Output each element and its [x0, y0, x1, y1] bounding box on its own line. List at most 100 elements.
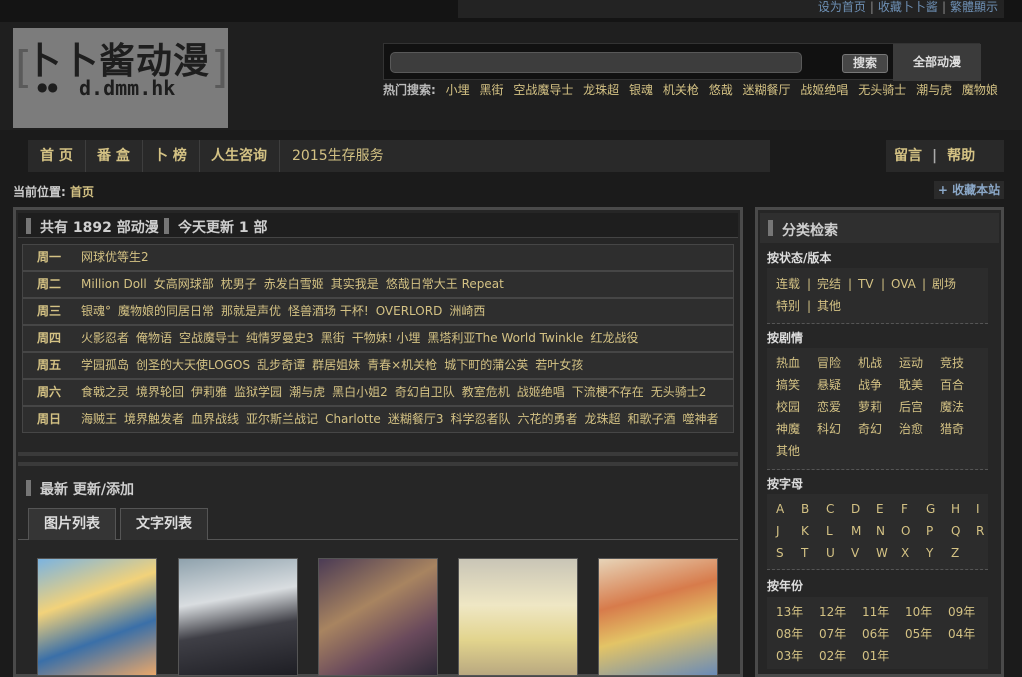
anime-link[interactable]: 境界触发者 [124, 407, 184, 432]
filter-link[interactable]: 01年 [862, 646, 889, 666]
tab-text-list[interactable]: 文字列表 [120, 508, 208, 540]
all-anime-button[interactable]: 全部动漫 [893, 44, 981, 81]
anime-link[interactable]: 洲崎西 [449, 299, 485, 324]
anime-link[interactable]: 科学忍者队 [450, 407, 510, 432]
anime-link[interactable]: OVERLORD [376, 299, 443, 324]
letter-link[interactable]: O [901, 521, 910, 541]
filter-link[interactable]: 剧场 [932, 274, 956, 294]
anime-link[interactable]: 黑街 [321, 326, 345, 351]
filter-link[interactable]: 06年 [862, 624, 889, 644]
anime-link[interactable]: 创圣的大天使LOGOS [136, 353, 250, 378]
letter-link[interactable]: M [851, 521, 861, 541]
letter-link[interactable]: J [776, 521, 780, 541]
anime-link[interactable]: 监狱学园 [234, 380, 282, 405]
anime-link[interactable]: 红龙战役 [590, 326, 638, 351]
help-link[interactable]: 帮助 [947, 140, 975, 172]
anime-link[interactable]: 无头骑士2 [651, 380, 707, 405]
traditional-chinese-link[interactable]: 繁體顯示 [950, 0, 998, 15]
anime-link[interactable]: 下流梗不存在 [572, 380, 644, 405]
filter-link[interactable]: 搞笑 [776, 375, 800, 395]
filter-link[interactable]: OVA [891, 274, 916, 294]
letter-link[interactable]: C [826, 499, 834, 519]
filter-link[interactable]: 冒险 [817, 353, 841, 373]
letter-link[interactable]: A [776, 499, 784, 519]
anime-link[interactable]: 怪兽酒场 干杯! [288, 299, 369, 324]
anime-link[interactable]: 青春×机关枪 [367, 353, 437, 378]
filter-link[interactable]: 热血 [776, 353, 800, 373]
anime-link[interactable]: 黑塔利亚The World Twinkle [427, 326, 583, 351]
anime-link[interactable]: 空战魔导士 [179, 326, 239, 351]
hot-keyword[interactable]: 黑街 [479, 82, 503, 98]
nav-box[interactable]: 番 盒 [85, 140, 143, 172]
letter-link[interactable]: D [851, 499, 860, 519]
letter-link[interactable]: R [976, 521, 984, 541]
letter-link[interactable]: B [801, 499, 809, 519]
filter-link[interactable]: 百合 [940, 375, 964, 395]
letter-link[interactable]: X [901, 543, 909, 563]
letter-link[interactable]: P [926, 521, 933, 541]
anime-thumbnail[interactable] [37, 558, 157, 676]
anime-link[interactable]: 境界轮回 [136, 380, 184, 405]
letter-link[interactable]: H [951, 499, 960, 519]
anime-thumbnail[interactable] [458, 558, 578, 676]
hot-keyword[interactable]: 魔物娘 [962, 82, 998, 98]
anime-link[interactable]: 学园孤岛 [81, 353, 129, 378]
filter-link[interactable]: 13年 [776, 602, 803, 622]
anime-thumbnail[interactable] [318, 558, 438, 676]
filter-link[interactable]: 09年 [948, 602, 975, 622]
hot-keyword[interactable]: 悠哉 [709, 82, 733, 98]
letter-link[interactable]: I [976, 499, 980, 519]
letter-link[interactable]: U [826, 543, 835, 563]
filter-link[interactable]: 耽美 [899, 375, 923, 395]
anime-link[interactable]: 女高网球部 [154, 272, 214, 297]
anime-thumbnail[interactable] [598, 558, 718, 676]
filter-link[interactable]: 恋爱 [817, 397, 841, 417]
anime-link[interactable]: 食戟之灵 [81, 380, 129, 405]
tab-image-list[interactable]: 图片列表 [28, 508, 116, 540]
anime-link[interactable]: Charlotte [325, 407, 381, 432]
anime-link[interactable]: 干物妹! 小埋 [352, 326, 421, 351]
hot-keyword[interactable]: 银魂 [629, 82, 653, 98]
filter-link[interactable]: TV [858, 274, 874, 294]
anime-thumbnail[interactable] [178, 558, 298, 676]
filter-link[interactable]: 10年 [905, 602, 932, 622]
filter-link[interactable]: 其他 [776, 441, 800, 461]
anime-link[interactable]: 血界战线 [191, 407, 239, 432]
anime-link[interactable]: 群居姐妹 [312, 353, 360, 378]
letter-link[interactable]: S [776, 543, 784, 563]
anime-link[interactable]: 城下町的蒲公英 [444, 353, 528, 378]
letter-link[interactable]: K [801, 521, 809, 541]
letter-link[interactable]: V [851, 543, 859, 563]
anime-link[interactable]: 网球优等生2 [81, 245, 149, 270]
filter-link[interactable]: 04年 [948, 624, 975, 644]
nav-home[interactable]: 首 页 [28, 140, 86, 172]
filter-link[interactable]: 奇幻 [858, 419, 882, 439]
breadcrumb-home[interactable]: 首页 [70, 183, 94, 200]
anime-link[interactable]: 银魂° [81, 299, 111, 324]
search-input[interactable] [390, 52, 802, 73]
filter-link[interactable]: 猎奇 [940, 419, 964, 439]
filter-link[interactable]: 08年 [776, 624, 803, 644]
letter-link[interactable]: Y [926, 543, 933, 563]
anime-link[interactable]: 火影忍者 [81, 326, 129, 351]
nav-advice[interactable]: 人生咨询 [199, 140, 280, 172]
letter-link[interactable]: E [876, 499, 884, 519]
filter-link[interactable]: 运动 [899, 353, 923, 373]
letter-link[interactable]: L [826, 521, 833, 541]
letter-link[interactable]: T [801, 543, 808, 563]
anime-link[interactable]: 亚尔斯兰战记 [246, 407, 318, 432]
letter-link[interactable]: Q [951, 521, 960, 541]
anime-link[interactable]: 奇幻自卫队 [395, 380, 455, 405]
anime-link[interactable]: 悠哉日常大王 Repeat [386, 272, 504, 297]
filter-link[interactable]: 战争 [858, 375, 882, 395]
letter-link[interactable]: F [901, 499, 908, 519]
filter-link[interactable]: 连载 [776, 274, 800, 294]
nav-ranking[interactable]: 卜 榜 [142, 140, 200, 172]
filter-link[interactable]: 02年 [819, 646, 846, 666]
filter-link[interactable]: 校园 [776, 397, 800, 417]
filter-link[interactable]: 07年 [819, 624, 846, 644]
anime-link[interactable]: 魔物娘的同居日常 [118, 299, 214, 324]
letter-link[interactable]: W [876, 543, 888, 563]
filter-link[interactable]: 神魔 [776, 419, 800, 439]
anime-link[interactable]: 海贼王 [81, 407, 117, 432]
